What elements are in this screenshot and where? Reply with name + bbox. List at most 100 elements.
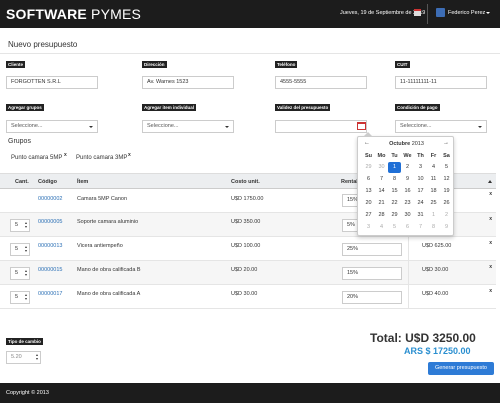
calendar-day[interactable]: 8 [388,174,401,185]
calendar-day[interactable]: 11 [427,174,440,185]
user-menu[interactable]: Federico Perez [448,10,485,16]
calendar-day[interactable]: 1 [427,210,440,221]
col-cant[interactable]: Cant. [15,179,29,185]
calendar-day[interactable]: 26 [440,198,453,209]
calendar-day[interactable]: 28 [375,210,388,221]
calendar-day[interactable]: 30 [375,162,388,173]
telefono-field[interactable]: 4555-5555 [275,76,367,89]
item-name: Vicera antiempeño [77,243,123,249]
user-menu-caret-icon[interactable] [486,12,490,14]
current-date: Jueves, 19 de Septiembre de 2019 [340,10,426,16]
quantity-stepper[interactable]: 5 ▴ ▾ [10,291,30,304]
user-avatar-icon[interactable] [436,8,445,17]
calendar-day[interactable]: 21 [375,198,388,209]
item-label: Agregar item individual [142,104,197,111]
calendar-day[interactable]: 22 [388,198,401,209]
calendar-day[interactable]: 6 [401,222,414,233]
datepicker-title[interactable]: Octubre 2013 [358,141,455,147]
calendar-day[interactable]: 12 [440,174,453,185]
remove-row-icon[interactable]: x [489,240,492,246]
validez-date-field[interactable] [275,120,367,133]
item-code-link[interactable]: 00000013 [38,243,62,249]
quantity-stepper[interactable]: 5 ▴ ▾ [10,267,30,280]
validez-label: Validez del presupuesto [275,104,331,111]
calendar-day[interactable]: 25 [427,198,440,209]
cuit-label: CUIT [395,61,410,68]
rentabilidad-input[interactable]: 20% [342,291,402,304]
generar-presupuesto-button[interactable]: Generar presupuesto [428,362,494,375]
remove-row-icon[interactable]: x [489,264,492,270]
total-usd: Total: U$D 3250.00 [370,331,476,345]
table-row: 5 ▴ ▾ 00000013 Vicera antiempeño U$D 100.0… [0,237,496,261]
calendar-day[interactable]: 13 [362,186,375,197]
remove-row-icon[interactable]: x [489,191,492,197]
calendar-day[interactable]: 18 [427,186,440,197]
direccion-field[interactable]: Av. Warnes 1523 [142,76,234,89]
calendar-day[interactable]: 19 [440,186,453,197]
calendar-day[interactable]: 9 [401,174,414,185]
col-codigo[interactable]: Código [38,179,57,185]
chevron-down-icon [478,126,482,128]
calendar-day[interactable]: 4 [427,162,440,173]
item-code-link[interactable]: 00000002 [38,196,62,202]
item-code-link[interactable]: 00000015 [38,267,62,273]
quantity-stepper[interactable]: 5 ▴ ▾ [10,219,30,232]
next-month-button[interactable]: → [443,140,449,146]
col-item[interactable]: Ítem [77,179,88,185]
calendar-day[interactable]: 17 [414,186,427,197]
calendar-day[interactable]: 27 [362,210,375,221]
calendar-day[interactable]: 10 [414,174,427,185]
datepicker-header: ← Octubre 2013 → [358,140,455,149]
quantity-stepper[interactable]: 5 ▴ ▾ [10,243,30,256]
col-costo[interactable]: Costo unit. [231,179,260,185]
calendar-day[interactable]: 8 [427,222,440,233]
remove-tag-icon[interactable]: x [128,150,131,161]
calendar-day[interactable]: 29 [388,210,401,221]
item-code-link[interactable]: 00000005 [38,219,62,225]
title-divider [0,53,500,54]
remove-row-icon[interactable]: x [489,288,492,294]
calendar-day[interactable]: 7 [375,174,388,185]
calendar-day[interactable]: 20 [362,198,375,209]
rentabilidad-input[interactable]: 25% [342,243,402,256]
item-code-link[interactable]: 00000017 [38,291,62,297]
grupos-select[interactable]: Seleccione... [6,120,98,133]
calendar-day[interactable]: 16 [401,186,414,197]
calendar-day[interactable]: 7 [414,222,427,233]
calendar-day[interactable]: 2 [440,210,453,221]
datepicker-popup: ← Octubre 2013 → Su Mo Tu We Th Fr Sa 29 30 1 2 3 4 5… [357,132,455,236]
calendar-day[interactable]: 30 [401,210,414,221]
calendar-day[interactable]: 4 [375,222,388,233]
calendar-day[interactable]: 31 [414,210,427,221]
table-row: 5 ▴ ▾ 00000017 Mano de obra calificada A U… [0,285,496,309]
condicion-label: Condición de pago [395,104,440,111]
cuit-field[interactable]: 11-11111111-11 [395,76,487,89]
grupos-label: Agregar grupos [6,104,44,111]
condicion-select[interactable]: Seleccione... [395,120,487,133]
calendar-day[interactable]: 5 [440,162,453,173]
rentabilidad-input[interactable]: 15% [342,267,402,280]
direccion-label: Dirección [142,61,167,68]
calendar-day[interactable]: 5 [388,222,401,233]
calendar-day[interactable]: 3 [362,222,375,233]
row-total: U$D 40.00 [422,291,449,297]
brand-logo[interactable]: SOFTWARE PYMES [6,6,141,22]
item-select[interactable]: Seleccione... [142,120,234,133]
calendar-day[interactable]: 3 [414,162,427,173]
calendar-day[interactable]: 24 [414,198,427,209]
calendar-day[interactable]: 14 [375,186,388,197]
cliente-field[interactable]: FORGOTTEN S.R.L [6,76,98,89]
item-cost: U$D 1750.00 [231,196,264,202]
calendar-day[interactable]: 23 [401,198,414,209]
calendar-day[interactable]: 15 [388,186,401,197]
calendar-day[interactable]: 9 [440,222,453,233]
sort-caret-icon[interactable] [488,180,492,183]
calendar-day[interactable]: 2 [401,162,414,173]
calendar-day[interactable]: 1 [388,162,401,173]
remove-tag-icon[interactable]: x [64,150,67,161]
tipo-cambio-stepper[interactable]: 5.20 ▴ ▾ [6,351,41,364]
calendar-day[interactable]: 6 [362,174,375,185]
calendar-day[interactable]: 29 [362,162,375,173]
remove-row-icon[interactable]: x [489,216,492,222]
calendar-icon[interactable] [357,122,366,130]
